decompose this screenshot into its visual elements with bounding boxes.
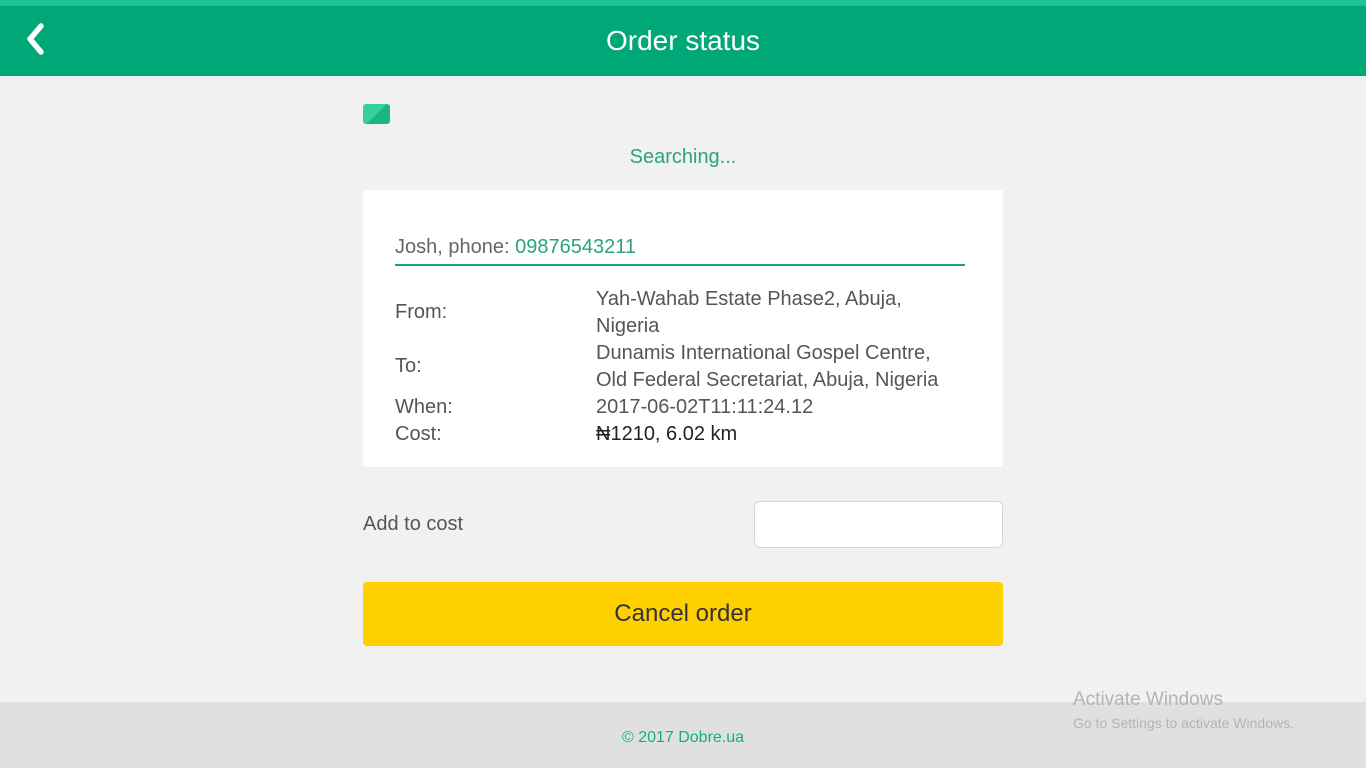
from-row: From: Yah-Wahab Estate Phase2, Abuja, Ni… xyxy=(395,286,967,340)
when-row: When: 2017-06-02T11:11:24.12 xyxy=(395,394,967,421)
to-value: Dunamis International Gospel Centre, Old… xyxy=(596,342,939,391)
from-label: From: xyxy=(395,301,448,323)
cost-label: Cost: xyxy=(395,423,442,445)
add-to-cost-input[interactable] xyxy=(754,501,1003,548)
phone-number-link[interactable]: 09876543211 xyxy=(515,236,636,258)
cost-row: Cost: ₦1210, 6.02 km xyxy=(395,421,967,448)
status-card-icon xyxy=(363,104,390,124)
cost-value: ₦1210, 6.02 km xyxy=(596,423,738,445)
order-details-card: Josh, phone: 09876543211 From: Yah-Wahab… xyxy=(363,190,1003,467)
from-value: Yah-Wahab Estate Phase2, Abuja, Nigeria xyxy=(596,288,902,337)
activate-windows-subtitle: Go to Settings to activate Windows. xyxy=(1073,715,1294,731)
cancel-order-button[interactable]: Cancel order xyxy=(363,582,1003,646)
add-to-cost-label: Add to cost xyxy=(363,513,464,535)
header-bar: Order status xyxy=(0,0,1366,76)
contact-line: Josh, phone: 09876543211 xyxy=(395,234,965,266)
status-text: Searching... xyxy=(629,146,737,168)
contact-name-label: Josh, phone: xyxy=(395,236,516,258)
to-row: To: Dunamis International Gospel Centre,… xyxy=(395,340,967,394)
activate-windows-title: Activate Windows xyxy=(1073,689,1223,710)
footer: © 2017 Dobre.ua xyxy=(0,702,1366,768)
page-title: Order status xyxy=(605,25,761,56)
when-value: 2017-06-02T11:11:24.12 xyxy=(596,396,814,418)
when-label: When: xyxy=(395,396,453,418)
to-label: To: xyxy=(395,355,422,377)
